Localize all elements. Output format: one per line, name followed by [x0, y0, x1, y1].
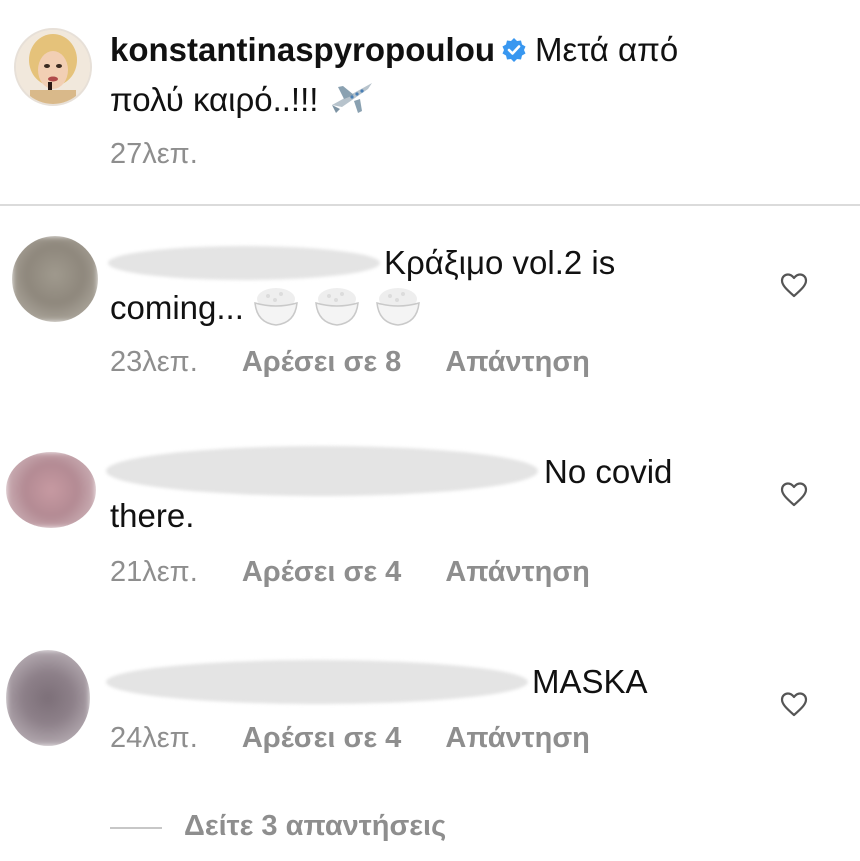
comment-text: No covid there. [110, 450, 750, 538]
view-replies-line [110, 827, 162, 829]
comment-text-line-2: coming... [110, 285, 750, 330]
comment-text-line-1: MASKA [532, 663, 648, 700]
heart-icon[interactable] [780, 691, 808, 717]
comment-time: 21λεπ. [110, 556, 198, 588]
caption-line-2: πολύ καιρό..!!! [110, 76, 830, 124]
comment-time: 23λεπ. [110, 346, 198, 378]
comment-meta: 21λεπ. Αρέσει σε 4 Απάντηση [110, 556, 590, 589]
comment-reply-button[interactable]: Απάντηση [445, 722, 590, 754]
author-avatar[interactable] [14, 28, 92, 106]
heart-icon[interactable] [780, 272, 808, 298]
comment-text-line-1: Κράξιμο vol.2 is [384, 244, 616, 281]
comment-avatar-image [6, 452, 96, 528]
rice-bowl-emoji [253, 288, 427, 326]
comment-time: 24λεπ. [110, 722, 198, 754]
caption-text-2: πολύ καιρό..!!! [110, 81, 319, 118]
comment-meta: 24λεπ. Αρέσει σε 4 Απάντηση [110, 722, 590, 755]
heart-icon[interactable] [780, 481, 808, 507]
verified-badge-icon [502, 38, 526, 62]
comment-text: Κράξιμο vol.2 is coming... [110, 241, 750, 330]
section-divider [0, 204, 860, 206]
comment-avatar-image [6, 650, 90, 746]
comment-reply-button[interactable]: Απάντηση [445, 556, 590, 588]
comment-text-line-2-text: coming... [110, 289, 244, 326]
comment-reply-button[interactable]: Απάντηση [445, 346, 590, 378]
comment-text: MASKA [110, 660, 750, 704]
comment-avatar[interactable] [6, 452, 96, 528]
comment-avatar[interactable] [6, 650, 90, 746]
comment-likes-link[interactable]: Αρέσει σε 4 [242, 722, 401, 754]
caption-text-1: Μετά από [535, 31, 679, 68]
post-time: 27λεπ. [110, 138, 198, 170]
comment-likes-link[interactable]: Αρέσει σε 4 [242, 556, 401, 588]
comment-likes-link[interactable]: Αρέσει σε 8 [242, 346, 401, 378]
view-replies-button[interactable]: Δείτε 3 απαντήσεις [184, 810, 446, 843]
comment-meta: 23λεπ. Αρέσει σε 8 Απάντηση [110, 346, 590, 379]
post-caption: konstantinaspyropoulou Μετά από πολύ και… [110, 26, 830, 124]
post-username[interactable]: konstantinaspyropoulou [110, 31, 495, 68]
comment-text-line-1: No covid [544, 453, 673, 490]
comment-avatar-image [12, 236, 98, 322]
caption-line-1: konstantinaspyropoulou Μετά από [110, 26, 830, 74]
comment-avatar[interactable] [12, 236, 98, 322]
comment-text-line-2: there. [110, 497, 195, 534]
author-avatar-image [16, 30, 90, 104]
airplane-emoji [331, 83, 372, 113]
